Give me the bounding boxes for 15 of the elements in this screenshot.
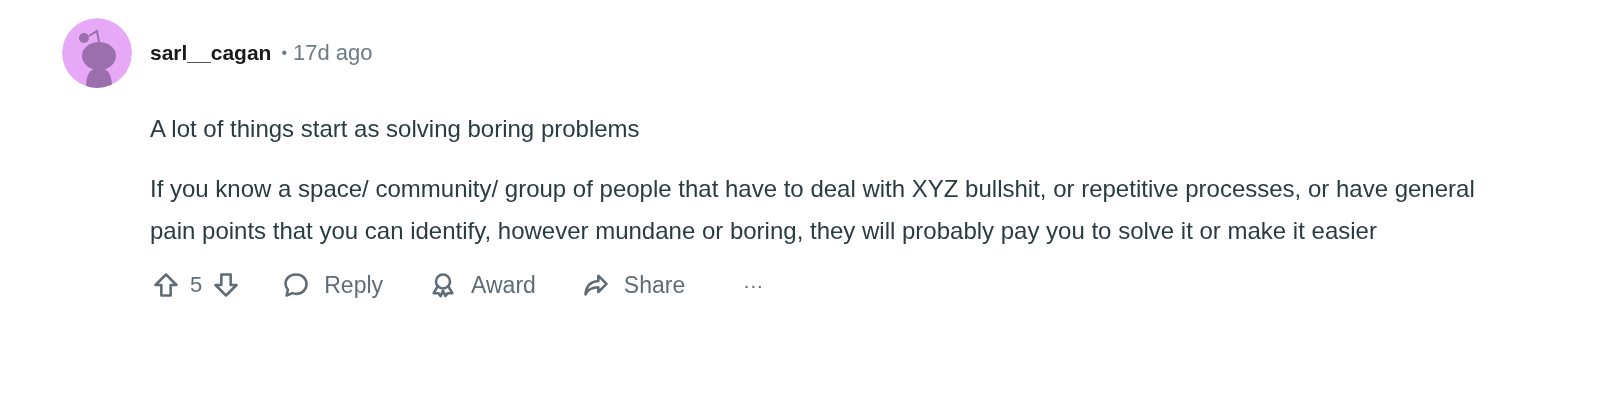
vote-count: 5 bbox=[190, 272, 203, 298]
downvote-icon bbox=[212, 271, 241, 299]
separator-dot: • bbox=[281, 44, 288, 62]
share-arrow-icon bbox=[581, 271, 610, 299]
comment-text: A lot of things start as solving boring problems bbox=[150, 114, 641, 144]
award-button[interactable]: Award bbox=[429, 271, 536, 299]
comment-text: If you know a space/ community/ group of people that have to deal with XYZ bullshit, or repetitive processes, or have general pain points that you can identify, however mundane or boring, they will probably pay you to solve it or make it easier bbox=[150, 174, 1476, 246]
avatar-icon[interactable] bbox=[62, 18, 132, 88]
speech-bubble-icon bbox=[282, 271, 311, 299]
upvote-icon bbox=[152, 271, 180, 299]
share-button[interactable]: Share bbox=[581, 271, 686, 299]
username-link[interactable]: sarl__cagan bbox=[150, 41, 272, 65]
reply-button[interactable]: Reply bbox=[282, 271, 384, 299]
timestamp: 17d ago bbox=[293, 40, 373, 66]
more-button[interactable]: ··· bbox=[743, 273, 764, 297]
